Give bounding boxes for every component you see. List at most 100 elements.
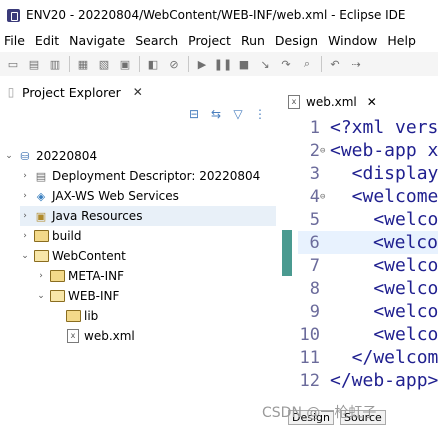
code-line[interactable]: 4 ⊖ <welcome <box>298 185 438 208</box>
line-number: 11 <box>299 347 320 368</box>
code-text: </web-app> <box>330 370 438 391</box>
code-line[interactable]: 5 <welco <box>298 208 438 231</box>
code-line[interactable]: 3 <display <box>298 162 438 185</box>
tree-item[interactable]: › ▣ Java Resources <box>20 206 276 226</box>
close-icon[interactable]: ✕ <box>367 95 377 109</box>
code-text: <welco <box>330 255 438 276</box>
line-number: 6 <box>309 232 320 253</box>
deployment-descriptor-icon: ▤ <box>35 169 47 183</box>
properties-icon[interactable]: ▧ <box>96 56 112 72</box>
code-line[interactable]: 7 <welco <box>298 254 438 277</box>
folder-icon <box>49 269 65 283</box>
run-icon[interactable]: ▶ <box>194 56 210 72</box>
view-menu-icon[interactable]: ⋮ <box>252 106 268 122</box>
project-explorer-tab[interactable]: ▯ Project Explorer ✕ <box>0 80 276 104</box>
chevron-right-icon[interactable]: › <box>20 191 30 201</box>
code-text: <welco <box>330 324 438 345</box>
eclipse-app-icon <box>7 8 20 22</box>
code-text: <welco <box>330 209 438 230</box>
code-line[interactable]: 12 </web-app> <box>298 369 438 392</box>
editor-tab-web-xml[interactable]: x web.xml ✕ <box>282 90 377 114</box>
view-toolbar: ⊟ ⇆ ▽ ⋮ <box>186 106 274 122</box>
link-with-editor-icon[interactable]: ⇆ <box>208 106 224 122</box>
code-line[interactable]: 9 <welco <box>298 300 438 323</box>
back-icon[interactable]: ↶ <box>327 56 343 72</box>
code-line[interactable]: 2 ⊖ <web-app x <box>298 139 438 162</box>
tree-item-label: lib <box>84 309 99 323</box>
tree-item[interactable]: › META-INF <box>36 266 276 286</box>
fold-icon[interactable]: ⊖ <box>320 192 330 202</box>
open-type-icon[interactable]: ▣ <box>117 56 133 72</box>
code-line[interactable]: 8 <welco <box>298 277 438 300</box>
xml-file-icon: x <box>65 329 81 343</box>
debug-icon[interactable]: ◧ <box>145 56 161 72</box>
filter-icon[interactable]: ▽ <box>230 106 246 122</box>
menu-file[interactable]: File <box>0 33 30 48</box>
tree-item[interactable]: ⌄ WebContent <box>20 246 276 266</box>
tree-item[interactable]: ⌄ ⛁ 20220804 <box>4 146 276 166</box>
editor-tab-label: web.xml <box>306 95 357 109</box>
save-icon[interactable]: ▤ <box>26 56 42 72</box>
search-icon[interactable]: ⌕ <box>299 56 315 72</box>
folder-open-icon <box>33 249 49 263</box>
chevron-right-icon[interactable]: › <box>20 211 30 221</box>
project-explorer-icon: ▯ <box>7 85 15 99</box>
chevron-right-icon[interactable]: › <box>36 271 46 281</box>
code-text: </welcom <box>330 347 438 368</box>
project-explorer-view: ▯ Project Explorer ✕ ⊟ ⇆ ▽ ⋮ ⌄ ⛁ 20220804 ›… <box>0 80 276 431</box>
code-line[interactable]: 11 </welcom <box>298 346 438 369</box>
menu-search[interactable]: Search <box>130 33 183 48</box>
chevron-down-icon[interactable]: ⌄ <box>20 251 30 261</box>
toolbar-separator <box>188 56 189 72</box>
save-all-icon[interactable]: ▥ <box>47 56 63 72</box>
menu-help[interactable]: Help <box>382 33 421 48</box>
suspend-icon[interactable]: ❚❚ <box>214 56 232 72</box>
tree-item[interactable]: › ▤ Deployment Descriptor: 20220804 <box>20 166 276 186</box>
line-number: 2 <box>309 140 320 161</box>
step-icon[interactable]: ↘ <box>257 56 273 72</box>
code-text: <welco <box>329 232 438 253</box>
folder-icon <box>33 229 49 243</box>
project-icon: ⛁ <box>20 149 30 163</box>
code-text: <welco <box>330 301 438 322</box>
menu-project[interactable]: Project <box>183 33 236 48</box>
menu-navigate[interactable]: Navigate <box>64 33 130 48</box>
tree-item[interactable]: › build <box>20 226 276 246</box>
print-icon[interactable]: ▦ <box>75 56 91 72</box>
tree-item[interactable]: lib <box>52 306 276 326</box>
toolbar-separator <box>69 56 70 72</box>
code-text: <welco <box>330 278 438 299</box>
tree-item[interactable]: › ◈ JAX-WS Web Services <box>20 186 276 206</box>
line-number: 10 <box>299 324 320 345</box>
chevron-down-icon[interactable]: ⌄ <box>4 151 14 161</box>
tree-item-label: META-INF <box>68 269 125 283</box>
line-number: 7 <box>309 255 320 276</box>
stop-icon[interactable]: ■ <box>236 56 252 72</box>
code-line[interactable]: 1 <?xml vers <box>298 116 438 139</box>
code-line[interactable]: 10 <welco <box>298 323 438 346</box>
code-line[interactable]: 6 <welco <box>298 231 438 254</box>
collapse-all-icon[interactable]: ⊟ <box>186 106 202 122</box>
menu-window[interactable]: Window <box>323 33 382 48</box>
chevron-down-icon[interactable]: ⌄ <box>36 291 46 301</box>
next-icon[interactable]: ↷ <box>278 56 294 72</box>
code-text: <web-app x <box>330 140 438 161</box>
java-resources-icon: ▣ <box>35 209 47 223</box>
close-icon[interactable]: ✕ <box>133 85 143 99</box>
new-icon[interactable]: ▭ <box>5 56 21 72</box>
menu-run[interactable]: Run <box>236 33 270 48</box>
tree-item[interactable]: ⌄ WEB-INF <box>36 286 276 306</box>
chevron-right-icon[interactable]: › <box>20 171 30 181</box>
toolbar-separator <box>321 56 322 72</box>
skip-breakpoints-icon[interactable]: ⊘ <box>166 56 182 72</box>
project-explorer-tab-label: Project Explorer <box>22 84 121 100</box>
menu-bar: File Edit Navigate Search Project Run De… <box>0 30 438 50</box>
menu-design[interactable]: Design <box>270 33 323 48</box>
fold-icon[interactable]: ⊖ <box>320 146 330 156</box>
tree-item[interactable]: x web.xml <box>52 326 276 346</box>
forward-icon[interactable]: ⇢ <box>348 56 364 72</box>
chevron-right-icon[interactable]: › <box>20 231 30 241</box>
xml-file-icon: x <box>288 95 300 109</box>
tree-item-label: Deployment Descriptor: 20220804 <box>52 169 261 183</box>
menu-edit[interactable]: Edit <box>30 33 64 48</box>
